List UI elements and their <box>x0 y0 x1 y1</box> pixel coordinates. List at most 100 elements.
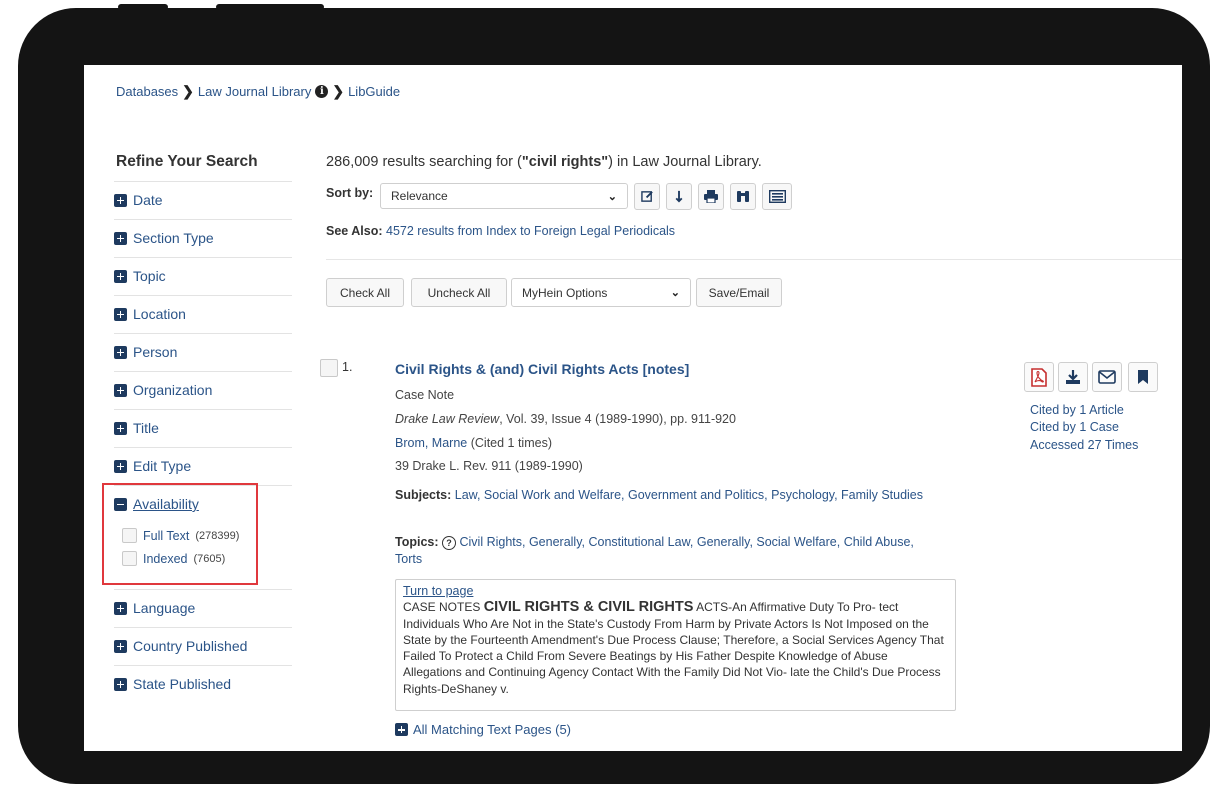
expand-plus-icon <box>114 345 127 359</box>
breadcrumb-databases[interactable]: Databases <box>116 84 178 99</box>
expand-plus-icon <box>114 639 127 653</box>
list-view-button[interactable] <box>762 183 792 210</box>
sort-select-value: Relevance <box>391 189 448 203</box>
binoculars-icon <box>737 191 749 202</box>
author-link[interactable]: Brom, Marne <box>395 436 467 450</box>
results-text-end: ) in Law Journal Library. <box>608 154 762 170</box>
all-matching-label: All Matching Text Pages (5) <box>413 722 571 737</box>
facet-person[interactable]: Person <box>114 333 292 370</box>
bookmark-button[interactable] <box>1128 362 1158 392</box>
pdf-icon <box>1031 367 1047 387</box>
print-button[interactable] <box>698 183 724 210</box>
refine-search-title: Refine Your Search <box>116 153 258 170</box>
facet-label: Topic <box>133 268 166 284</box>
expand-plus-icon <box>114 421 127 435</box>
facet-label: Person <box>133 344 178 360</box>
facet-label: Location <box>133 306 186 322</box>
see-also-label: See Also: <box>326 224 383 238</box>
text-snippet: Turn to page CASE NOTES CIVIL RIGHTS & C… <box>395 579 956 711</box>
save-email-button[interactable]: Save/Email <box>696 278 782 307</box>
all-matching-pages-link[interactable]: All Matching Text Pages (5) <box>395 722 571 737</box>
facet-language[interactable]: Language <box>114 589 292 626</box>
facet-location[interactable]: Location <box>114 295 292 332</box>
cited-by-case-link[interactable]: Cited by 1 Case <box>1030 420 1119 434</box>
chevron-down-icon: ⌄ <box>670 287 680 299</box>
bookmark-icon <box>1138 370 1148 384</box>
sort-direction-button[interactable] <box>666 183 692 210</box>
results-summary: 286,009 results searching for ("civil ri… <box>326 154 762 170</box>
see-also-link[interactable]: 4572 results from Index to Foreign Legal… <box>386 224 675 238</box>
tablet-frame: Databases ❯ Law Journal Library i ❯ LibG… <box>18 4 1210 784</box>
check-all-button[interactable]: Check All <box>326 278 404 307</box>
expand-plus-icon <box>114 269 127 283</box>
facet-label: Country Published <box>133 638 248 654</box>
expand-plus-icon <box>395 723 408 736</box>
chevron-down-icon: ⌄ <box>607 190 617 203</box>
facet-title[interactable]: Title <box>114 409 292 446</box>
expand-plus-icon <box>114 677 127 691</box>
snippet-text-pre: CASE NOTES <box>403 600 484 615</box>
list-view-icon <box>768 190 786 203</box>
result-subjects: Subjects: Law, Social Work and Welfare, … <box>395 487 935 504</box>
info-icon[interactable]: i <box>315 85 329 98</box>
result-checkbox[interactable] <box>320 359 338 377</box>
download-button[interactable] <box>1058 362 1088 392</box>
download-icon <box>1066 370 1080 384</box>
topics-list[interactable]: Civil Rights, Generally, Constitutional … <box>395 535 914 566</box>
topics-label: Topics: <box>395 535 439 549</box>
turn-to-page-link[interactable]: Turn to page <box>403 583 948 599</box>
help-question-icon[interactable]: ? <box>442 535 457 550</box>
journal-name: Drake Law Review <box>395 412 500 426</box>
result-title[interactable]: Civil Rights & (and) Civil Rights Acts [… <box>395 361 689 377</box>
facet-label: Date <box>133 192 163 208</box>
myhein-options-value: MyHein Options <box>522 285 608 300</box>
result-journal: Drake Law Review, Vol. 39, Issue 4 (1989… <box>395 412 736 426</box>
uncheck-all-button[interactable]: Uncheck All <box>411 278 507 307</box>
facet-label: State Published <box>133 676 232 692</box>
breadcrumb: Databases ❯ Law Journal Library i ❯ LibG… <box>116 83 400 100</box>
facet-section-type[interactable]: Section Type <box>114 219 292 256</box>
journal-details: , Vol. 39, Issue 4 (1989-1990), pp. 911-… <box>499 412 736 426</box>
edit-search-button[interactable] <box>634 183 660 210</box>
sort-select[interactable]: Relevance ⌄ <box>380 183 628 209</box>
breadcrumb-libguide[interactable]: LibGuide <box>348 84 400 99</box>
facet-state-published[interactable]: State Published <box>114 665 292 702</box>
breadcrumb-law-journal-library[interactable]: Law Journal Library <box>198 84 311 99</box>
chevron-right-icon: ❯ <box>332 83 345 99</box>
facet-date[interactable]: Date <box>114 181 292 218</box>
result-citation: 39 Drake L. Rev. 911 (1989-1990) <box>395 459 583 473</box>
see-also: See Also: 4572 results from Index to For… <box>326 224 675 238</box>
find-button[interactable] <box>730 183 756 210</box>
expand-plus-icon <box>114 231 127 245</box>
pdf-button[interactable] <box>1024 362 1054 392</box>
divider <box>326 259 1182 260</box>
email-button[interactable] <box>1092 362 1122 392</box>
result-type: Case Note <box>395 388 455 402</box>
email-icon <box>1098 370 1116 384</box>
expand-plus-icon <box>114 459 127 473</box>
expand-plus-icon <box>114 601 127 615</box>
expand-plus-icon <box>114 193 127 207</box>
result-author: Brom, Marne (Cited 1 times) <box>395 436 552 450</box>
facet-label: Section Type <box>133 230 214 246</box>
results-count: 286,009 <box>326 154 379 170</box>
snippet-text-highlight: CIVIL RIGHTS & CIVIL RIGHTS <box>483 599 694 616</box>
facet-label: Edit Type <box>133 458 192 474</box>
expand-plus-icon <box>114 307 127 321</box>
facet-organization[interactable]: Organization <box>114 371 292 408</box>
subjects-label: Subjects: <box>395 488 452 502</box>
sort-direction-icon <box>675 190 683 203</box>
expand-plus-icon <box>114 383 127 397</box>
cited-by-article-link[interactable]: Cited by 1 Article <box>1030 403 1124 417</box>
facet-edit-type[interactable]: Edit Type <box>114 447 292 484</box>
chevron-right-icon: ❯ <box>182 83 194 99</box>
subjects-list[interactable]: Law, Social Work and Welfare, Government… <box>455 488 923 502</box>
result-topics: Topics: ? Civil Rights, Generally, Const… <box>395 534 935 568</box>
edit-icon <box>640 191 653 202</box>
result-number: 1. <box>342 360 353 374</box>
myhein-options-select[interactable]: MyHein Options ⌄ <box>511 278 691 307</box>
facet-topic[interactable]: Topic <box>114 257 292 294</box>
author-cited: (Cited 1 times) <box>467 436 552 450</box>
facet-label: Title <box>133 420 159 436</box>
facet-country-published[interactable]: Country Published <box>114 627 292 664</box>
